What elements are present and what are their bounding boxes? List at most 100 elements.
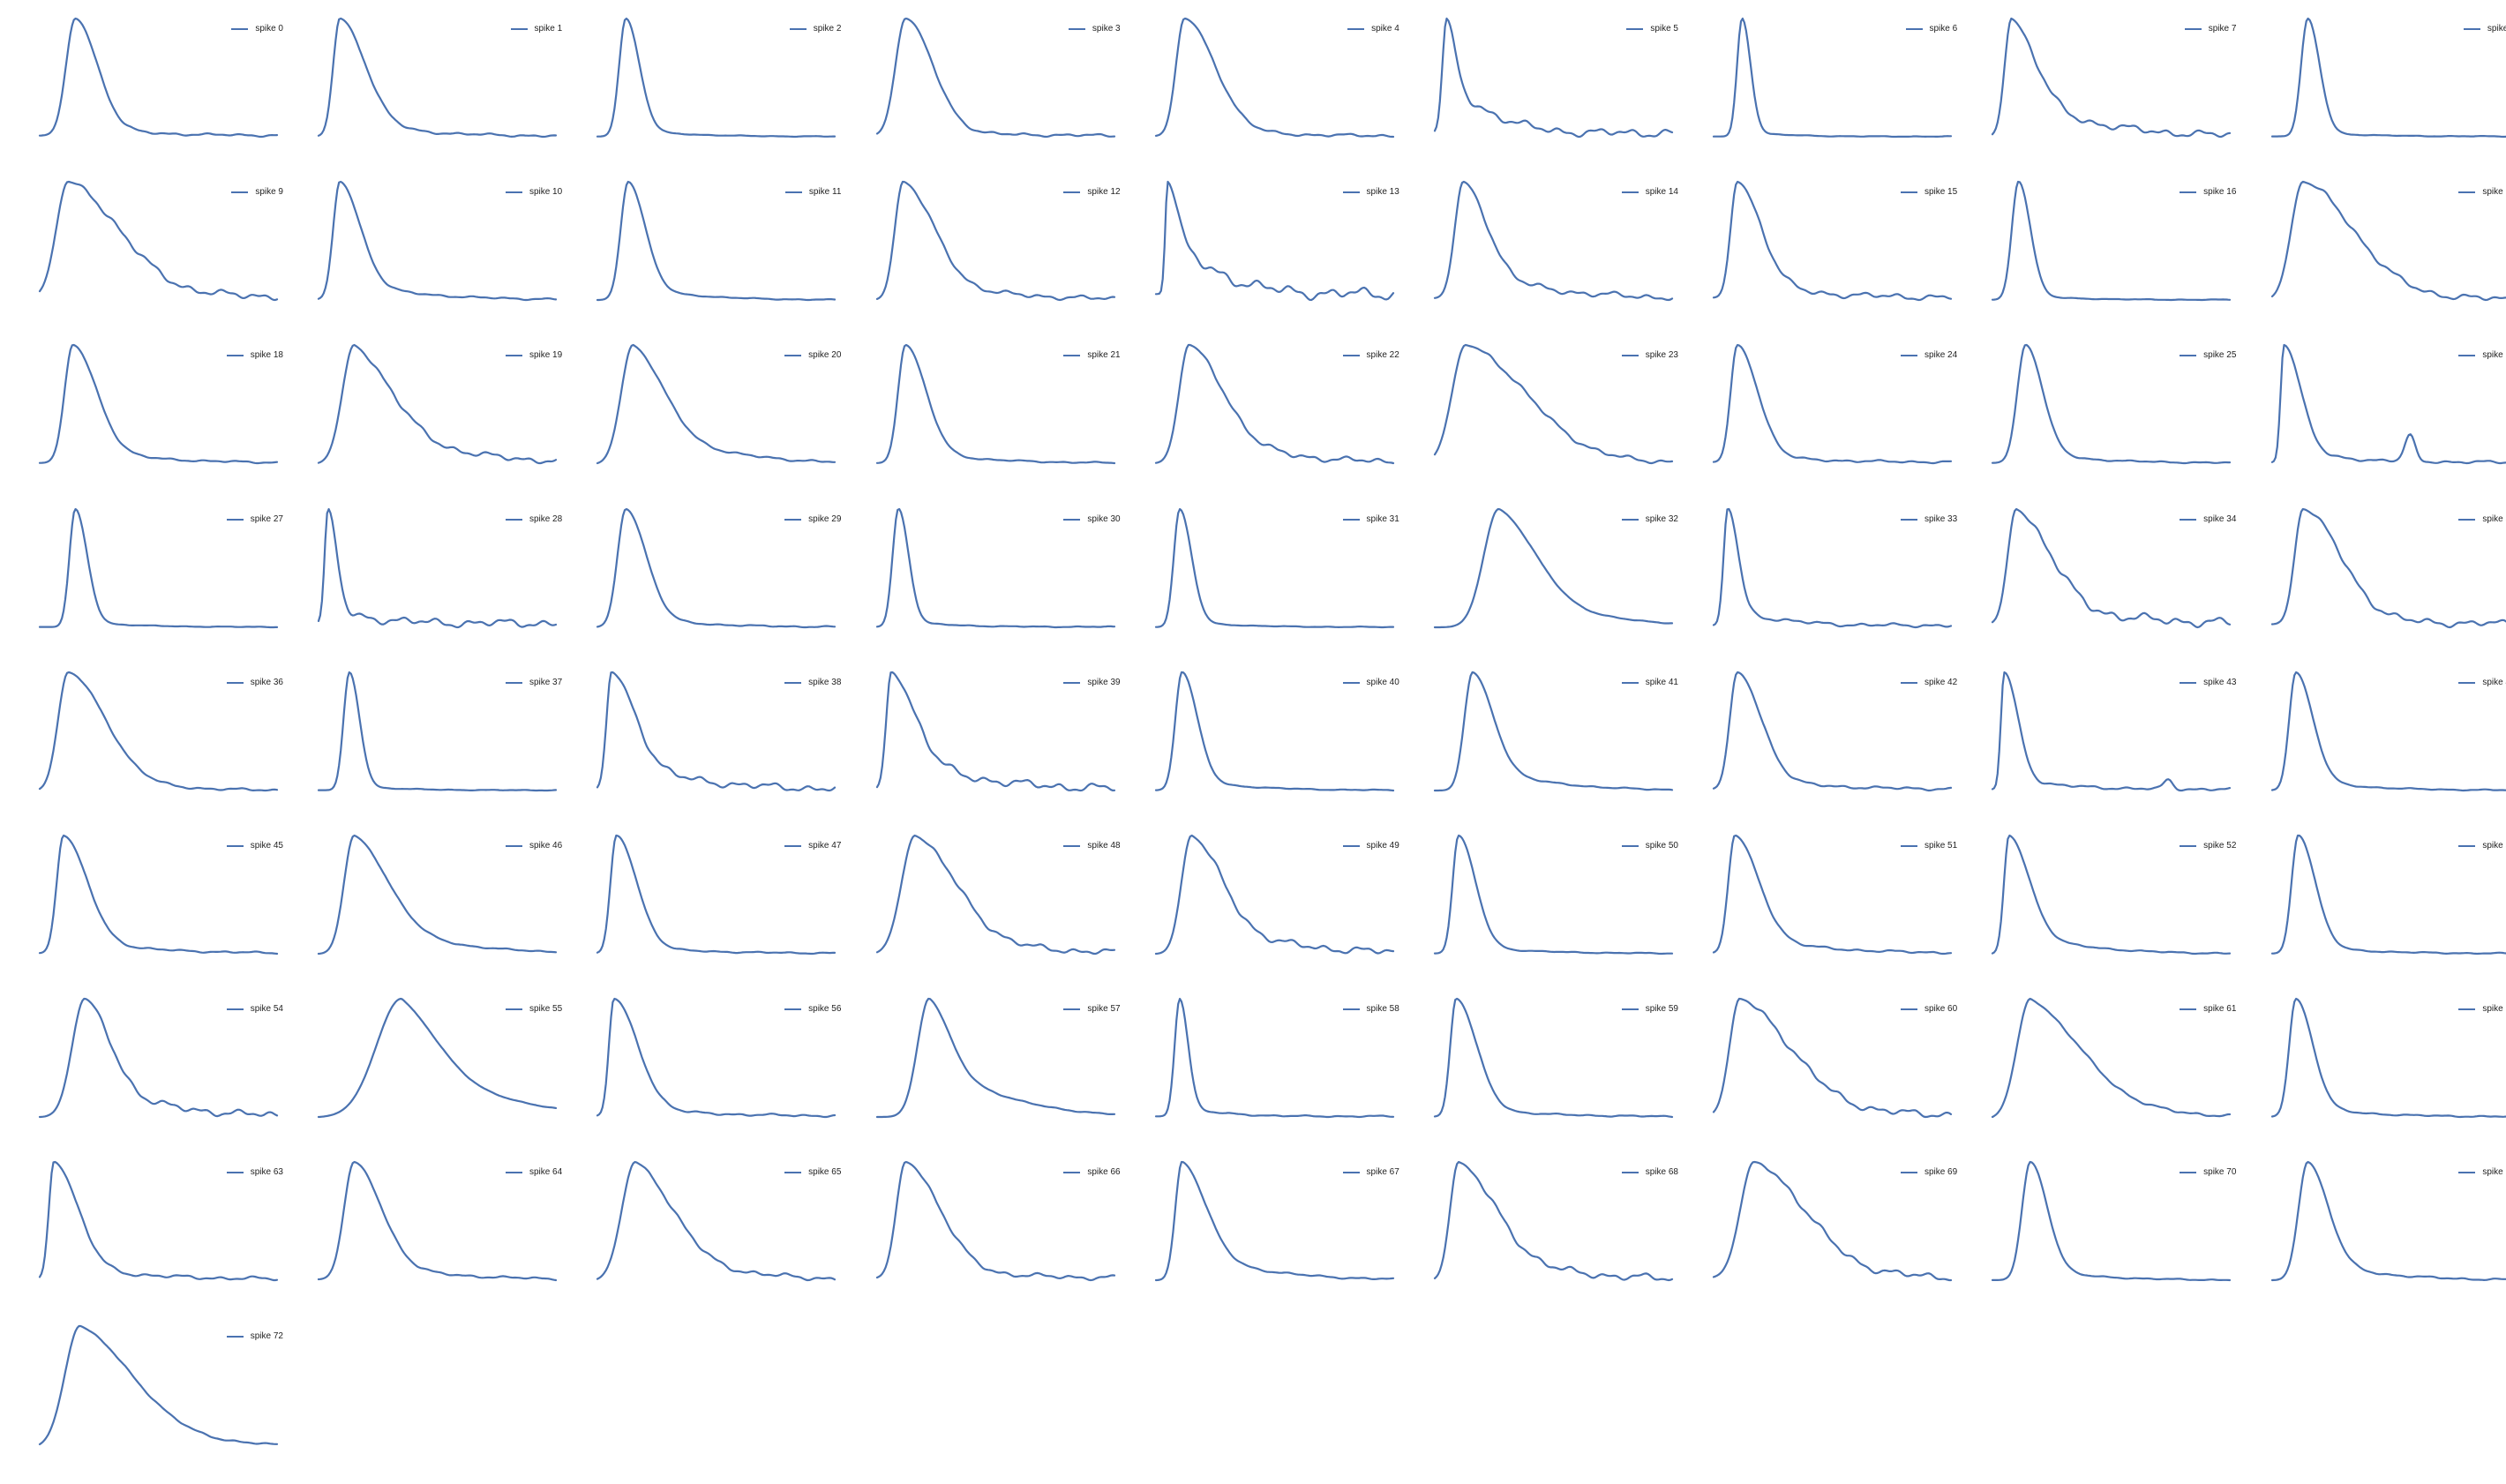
spike-line bbox=[318, 181, 558, 302]
legend: spike 26 bbox=[2458, 349, 2506, 362]
spike-line bbox=[1713, 181, 1953, 302]
spike-plot bbox=[875, 344, 1115, 465]
spike-line bbox=[1713, 834, 1953, 956]
spike-plot bbox=[1154, 181, 1394, 302]
spike-line bbox=[2270, 1161, 2506, 1282]
spike-line bbox=[38, 507, 279, 628]
legend-label: spike 42 bbox=[1924, 677, 1958, 687]
spike-panel: spike 46 bbox=[306, 830, 585, 993]
spike-line bbox=[1433, 344, 1674, 465]
spike-panel: spike 21 bbox=[865, 340, 1144, 503]
spike-line bbox=[1992, 17, 2232, 139]
spike-panel: spike 9 bbox=[27, 176, 306, 340]
spike-plot bbox=[38, 671, 279, 791]
legend-label: spike 6 bbox=[1929, 24, 1958, 34]
spike-line bbox=[1154, 17, 1394, 139]
spike-plot bbox=[596, 507, 837, 628]
spike-panel: spike 39 bbox=[865, 667, 1144, 830]
spike-line bbox=[596, 181, 837, 302]
legend: spike 54 bbox=[226, 1003, 283, 1016]
legend-swatch bbox=[2458, 1008, 2476, 1011]
legend-swatch bbox=[231, 28, 249, 30]
legend: spike 17 bbox=[2458, 186, 2506, 199]
spike-panel: spike 7 bbox=[1980, 13, 2259, 176]
legend-swatch bbox=[2458, 191, 2476, 194]
spike-line bbox=[1433, 507, 1674, 628]
spike-plot bbox=[1713, 834, 1953, 956]
legend: spike 31 bbox=[1342, 513, 1399, 526]
spike-plot bbox=[1433, 181, 1674, 302]
legend-label: spike 5 bbox=[1650, 24, 1678, 34]
legend-label: spike 44 bbox=[2482, 677, 2506, 687]
spike-panel: spike 53 bbox=[2260, 830, 2506, 993]
spike-plot bbox=[875, 671, 1115, 791]
spike-panel: spike 45 bbox=[27, 830, 306, 993]
spike-plot bbox=[1433, 17, 1674, 139]
legend-label: spike 54 bbox=[250, 1004, 283, 1015]
legend: spike 63 bbox=[226, 1166, 283, 1179]
spike-plot bbox=[1992, 17, 2232, 139]
spike-plot bbox=[38, 834, 279, 956]
spike-panel: spike 18 bbox=[27, 340, 306, 503]
spike-line bbox=[2270, 671, 2506, 791]
spike-plot bbox=[596, 834, 837, 956]
legend-label: spike 26 bbox=[2482, 350, 2506, 361]
spike-panel: spike 16 bbox=[1980, 176, 2259, 340]
legend: spike 3 bbox=[1068, 23, 1121, 35]
spike-plot bbox=[38, 507, 279, 628]
legend: spike 39 bbox=[1063, 677, 1121, 689]
legend: spike 62 bbox=[2458, 1003, 2506, 1016]
legend-label: spike 40 bbox=[1366, 677, 1399, 687]
spike-plot bbox=[38, 1161, 279, 1282]
legend-swatch bbox=[505, 1008, 522, 1011]
legend-swatch bbox=[2463, 28, 2480, 30]
legend: spike 9 bbox=[231, 186, 283, 199]
legend-swatch bbox=[1900, 1008, 1917, 1011]
spike-panel: spike 44 bbox=[2260, 667, 2506, 830]
legend-label: spike 37 bbox=[529, 677, 563, 687]
legend-swatch bbox=[2180, 1008, 2197, 1011]
legend-label: spike 57 bbox=[1087, 1004, 1121, 1015]
spike-line bbox=[1433, 998, 1674, 1119]
legend-swatch bbox=[226, 518, 244, 521]
legend-label: spike 16 bbox=[2203, 187, 2237, 198]
spike-panel: spike 54 bbox=[27, 993, 306, 1157]
legend: spike 12 bbox=[1063, 186, 1121, 199]
legend-label: spike 22 bbox=[1366, 350, 1399, 361]
spike-line bbox=[38, 834, 279, 956]
spike-line bbox=[1154, 181, 1394, 302]
spike-plot bbox=[2270, 1161, 2506, 1282]
legend-label: spike 21 bbox=[1087, 350, 1121, 361]
spike-line bbox=[1154, 507, 1394, 628]
spike-panel: spike 57 bbox=[865, 993, 1144, 1157]
legend-swatch bbox=[1063, 518, 1081, 521]
spike-plot bbox=[1154, 507, 1394, 628]
spike-plot bbox=[1433, 834, 1674, 956]
legend: spike 48 bbox=[1063, 840, 1121, 852]
spike-line bbox=[2270, 17, 2506, 139]
legend-label: spike 0 bbox=[255, 24, 283, 34]
spike-panel: spike 69 bbox=[1701, 1157, 1980, 1320]
legend-swatch bbox=[505, 518, 522, 521]
legend: spike 4 bbox=[1347, 23, 1399, 35]
spike-plot bbox=[1992, 834, 2232, 956]
legend-label: spike 46 bbox=[529, 841, 563, 851]
legend-label: spike 9 bbox=[255, 187, 283, 198]
spike-plot bbox=[1713, 181, 1953, 302]
spike-panel: spike 70 bbox=[1980, 1157, 2259, 1320]
spike-plot bbox=[2270, 671, 2506, 791]
legend-label: spike 64 bbox=[529, 1167, 563, 1178]
legend-swatch bbox=[505, 1172, 522, 1174]
legend-swatch bbox=[1068, 28, 1085, 30]
legend-swatch bbox=[789, 28, 807, 30]
legend-label: spike 19 bbox=[529, 350, 563, 361]
spike-line bbox=[596, 834, 837, 956]
legend: spike 57 bbox=[1063, 1003, 1121, 1016]
legend: spike 16 bbox=[2180, 186, 2236, 199]
legend: spike 55 bbox=[505, 1003, 562, 1016]
spike-plot bbox=[2270, 344, 2506, 465]
spike-line bbox=[596, 671, 837, 791]
legend: spike 61 bbox=[2180, 1003, 2236, 1016]
legend-swatch bbox=[505, 845, 522, 847]
legend-swatch bbox=[1900, 355, 1917, 357]
